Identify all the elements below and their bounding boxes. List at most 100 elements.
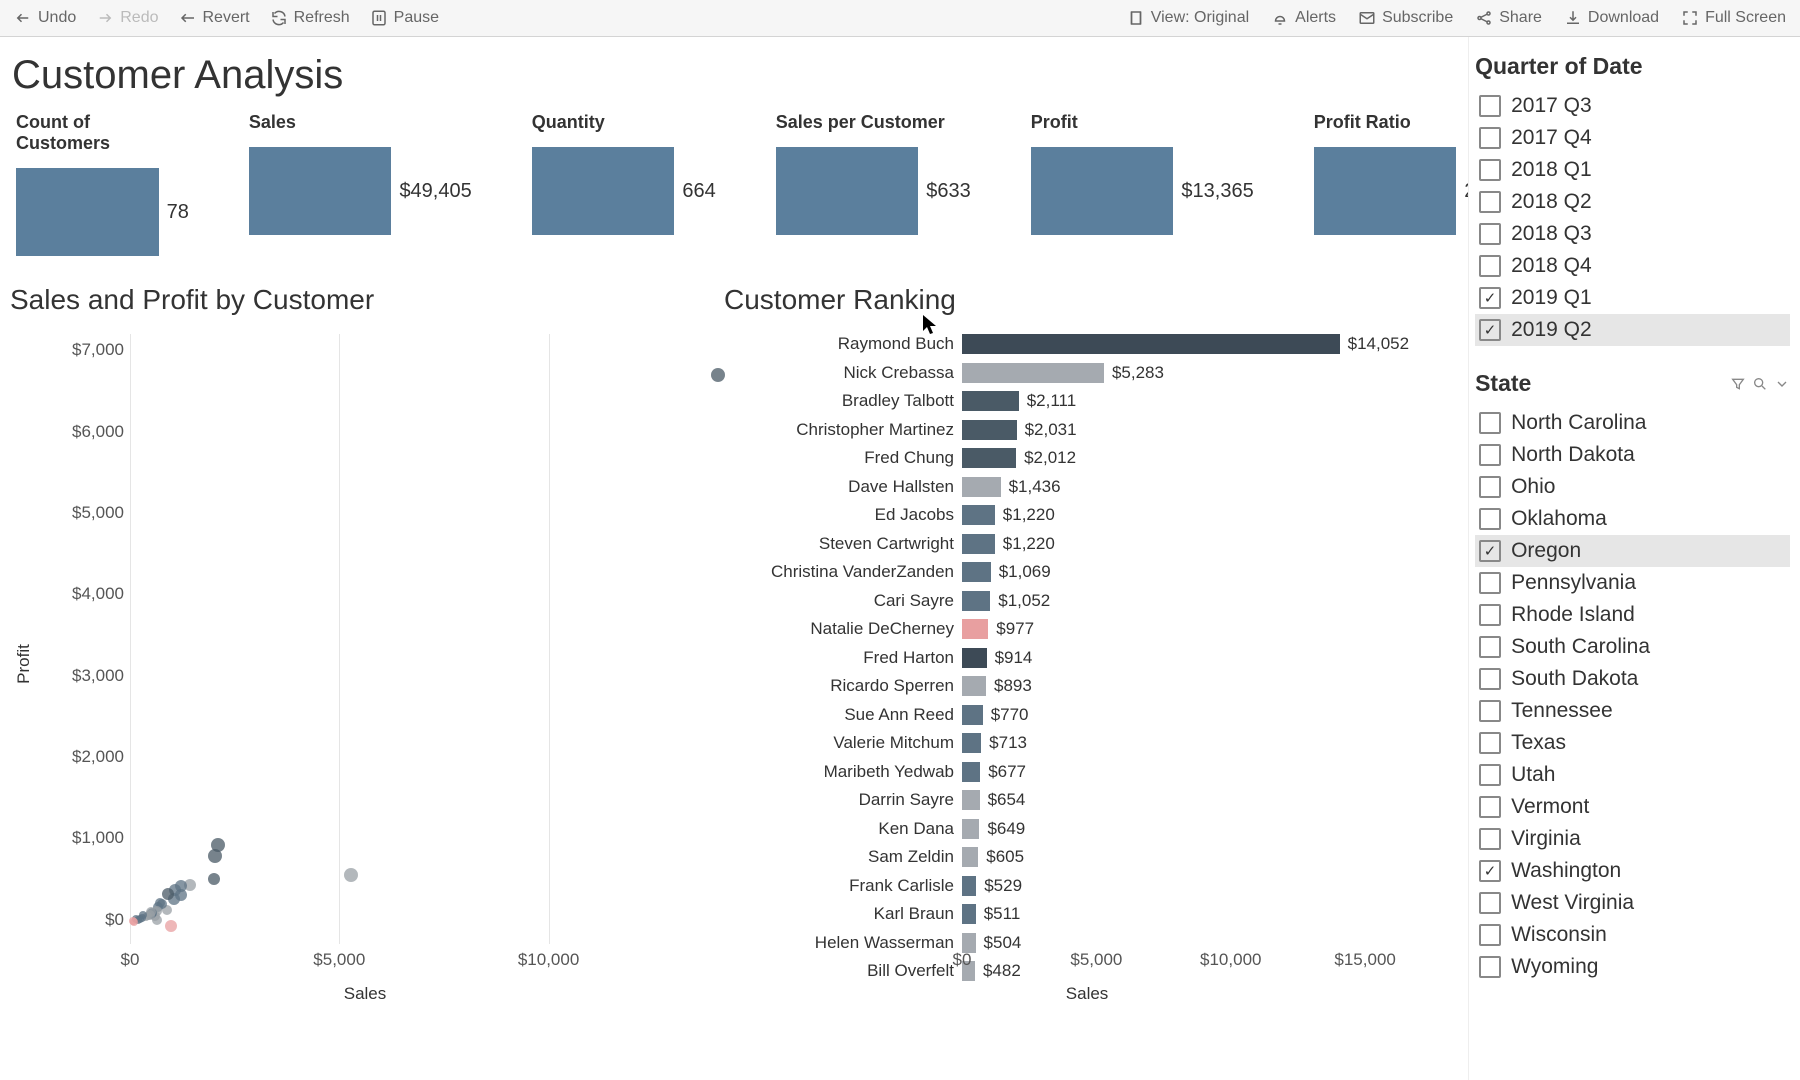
ranking-row[interactable]: Steven Cartwright $1,220 [724, 530, 1444, 559]
kpi-tile[interactable]: Profit $13,365 [1031, 112, 1254, 256]
checkbox-icon[interactable] [1479, 287, 1501, 309]
ranking-row[interactable]: Fred Harton $914 [724, 644, 1444, 673]
filter-item[interactable]: South Dakota [1475, 663, 1790, 695]
filters-sidebar[interactable]: Quarter of Date 2017 Q3 2017 Q4 2018 Q1 … [1468, 37, 1800, 1080]
filter-item[interactable]: 2018 Q2 [1475, 186, 1790, 218]
checkbox-icon[interactable] [1479, 764, 1501, 786]
download-button[interactable]: Download [1564, 9, 1659, 27]
checkbox-icon[interactable] [1479, 127, 1501, 149]
scatter-point[interactable] [162, 888, 174, 900]
checkbox-icon[interactable] [1479, 412, 1501, 434]
checkbox-icon[interactable] [1479, 796, 1501, 818]
ranking-row[interactable]: Nick Crebassa $5,283 [724, 359, 1444, 388]
scatter-point[interactable] [208, 849, 222, 863]
subscribe-button[interactable]: Subscribe [1358, 9, 1453, 27]
filter-item[interactable]: 2018 Q1 [1475, 154, 1790, 186]
checkbox-icon[interactable] [1479, 636, 1501, 658]
ranking-row[interactable]: Ricardo Sperren $893 [724, 672, 1444, 701]
filter-item[interactable]: Vermont [1475, 791, 1790, 823]
funnel-icon[interactable] [1730, 376, 1746, 392]
revert-button[interactable]: Revert [179, 9, 250, 27]
filter-item[interactable]: North Carolina [1475, 407, 1790, 439]
view-button[interactable]: View: Original [1127, 9, 1249, 27]
scatter-chart[interactable]: Profit Sales $0$1,000$2,000$3,000$4,000$… [10, 324, 720, 1004]
ranking-row[interactable]: Christopher Martinez $2,031 [724, 416, 1444, 445]
filter-item[interactable]: 2019 Q1 [1475, 282, 1790, 314]
refresh-button[interactable]: Refresh [270, 9, 350, 27]
checkbox-icon[interactable] [1479, 255, 1501, 277]
filter-item[interactable]: Wisconsin [1475, 919, 1790, 951]
redo-button[interactable]: Redo [96, 9, 158, 27]
checkbox-icon[interactable] [1479, 540, 1501, 562]
ranking-row[interactable]: Christina VanderZanden $1,069 [724, 558, 1444, 587]
kpi-tile[interactable]: Profit Ratio 27.1% [1314, 112, 1468, 256]
filter-item[interactable]: 2018 Q4 [1475, 250, 1790, 282]
filter-item[interactable]: South Carolina [1475, 631, 1790, 663]
checkbox-icon[interactable] [1479, 223, 1501, 245]
share-button[interactable]: Share [1475, 9, 1542, 27]
checkbox-icon[interactable] [1479, 508, 1501, 530]
ranking-row[interactable]: Fred Chung $2,012 [724, 444, 1444, 473]
ranking-row[interactable]: Frank Carlisle $529 [724, 872, 1444, 901]
filter-item[interactable]: 2019 Q2 [1475, 314, 1790, 346]
ranking-row[interactable]: Ed Jacobs $1,220 [724, 501, 1444, 530]
filter-item[interactable]: Tennessee [1475, 695, 1790, 727]
ranking-row[interactable]: Bradley Talbott $2,111 [724, 387, 1444, 416]
ranking-row[interactable]: Natalie DeCherney $977 [724, 615, 1444, 644]
checkbox-icon[interactable] [1479, 444, 1501, 466]
scatter-point[interactable] [165, 920, 177, 932]
filter-item[interactable]: Washington [1475, 855, 1790, 887]
ranking-row[interactable]: Raymond Buch $14,052 [724, 330, 1444, 359]
undo-button[interactable]: Undo [14, 9, 76, 27]
filter-item[interactable]: North Dakota [1475, 439, 1790, 471]
filter-item[interactable]: Virginia [1475, 823, 1790, 855]
checkbox-icon[interactable] [1479, 700, 1501, 722]
filter-item[interactable]: 2017 Q3 [1475, 90, 1790, 122]
search-icon[interactable] [1752, 376, 1768, 392]
kpi-tile[interactable]: Count of Customers 78 [16, 112, 189, 256]
filter-item[interactable]: Oklahoma [1475, 503, 1790, 535]
alerts-button[interactable]: Alerts [1271, 9, 1336, 27]
checkbox-icon[interactable] [1479, 95, 1501, 117]
checkbox-icon[interactable] [1479, 828, 1501, 850]
checkbox-icon[interactable] [1479, 319, 1501, 341]
filter-item[interactable]: Pennsylvania [1475, 567, 1790, 599]
kpi-tile[interactable]: Quantity 664 [532, 112, 716, 256]
checkbox-icon[interactable] [1479, 860, 1501, 882]
ranking-chart[interactable]: Raymond Buch $14,052 Nick Crebassa $5,28… [724, 324, 1450, 1004]
filter-item[interactable]: West Virginia [1475, 887, 1790, 919]
ranking-row[interactable]: Darrin Sayre $654 [724, 786, 1444, 815]
checkbox-icon[interactable] [1479, 476, 1501, 498]
ranking-row[interactable]: Sam Zeldin $605 [724, 843, 1444, 872]
ranking-row[interactable]: Cari Sayre $1,052 [724, 587, 1444, 616]
ranking-row[interactable]: Sue Ann Reed $770 [724, 701, 1444, 730]
filter-item[interactable]: Rhode Island [1475, 599, 1790, 631]
filter-item[interactable]: Wyoming [1475, 951, 1790, 983]
pause-button[interactable]: Pause [370, 9, 439, 27]
ranking-row[interactable]: Dave Hallsten $1,436 [724, 473, 1444, 502]
filter-item[interactable]: Utah [1475, 759, 1790, 791]
filter-item[interactable]: Ohio [1475, 471, 1790, 503]
kpi-tile[interactable]: Sales per Customer $633 [776, 112, 971, 256]
scatter-point[interactable] [344, 868, 358, 882]
checkbox-icon[interactable] [1479, 668, 1501, 690]
checkbox-icon[interactable] [1479, 604, 1501, 626]
ranking-row[interactable]: Valerie Mitchum $713 [724, 729, 1444, 758]
checkbox-icon[interactable] [1479, 924, 1501, 946]
checkbox-icon[interactable] [1479, 572, 1501, 594]
ranking-row[interactable]: Maribeth Yedwab $677 [724, 758, 1444, 787]
checkbox-icon[interactable] [1479, 956, 1501, 978]
checkbox-icon[interactable] [1479, 159, 1501, 181]
kpi-tile[interactable]: Sales $49,405 [249, 112, 472, 256]
filter-item[interactable]: 2018 Q3 [1475, 218, 1790, 250]
filter-item[interactable]: Oregon [1475, 535, 1790, 567]
checkbox-icon[interactable] [1479, 732, 1501, 754]
checkbox-icon[interactable] [1479, 191, 1501, 213]
filter-item[interactable]: Texas [1475, 727, 1790, 759]
ranking-row[interactable]: Karl Braun $511 [724, 900, 1444, 929]
scatter-point[interactable] [208, 873, 220, 885]
fullscreen-button[interactable]: Full Screen [1681, 9, 1786, 27]
filter-item[interactable]: 2017 Q4 [1475, 122, 1790, 154]
scatter-point[interactable] [129, 917, 137, 925]
checkbox-icon[interactable] [1479, 892, 1501, 914]
